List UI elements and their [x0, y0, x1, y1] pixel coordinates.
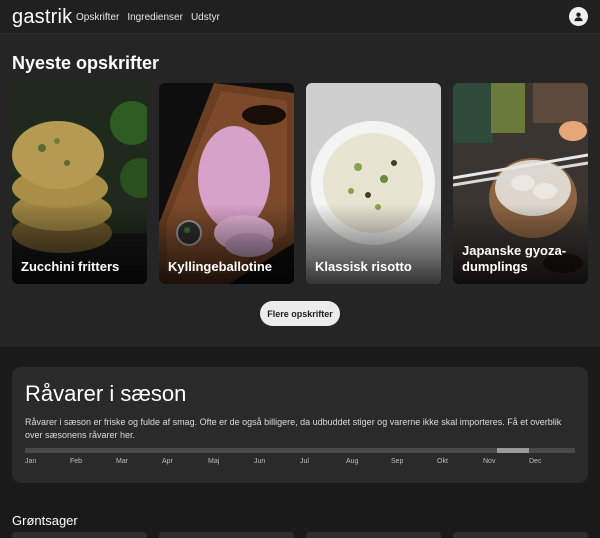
vegetable-card[interactable] [159, 532, 294, 538]
recipe-title: Kyllingeballotine [168, 259, 273, 274]
recipe-title: Zucchini fritters [21, 259, 120, 274]
month-label[interactable]: Apr [162, 458, 173, 465]
vegetable-card[interactable] [12, 532, 147, 538]
recipe-title: Japanske gyoza-dumplings [462, 243, 567, 274]
top-navigation-bar: gastrik Opskrifter Ingredienser Udstyr [0, 0, 600, 34]
vegetable-card[interactable] [453, 532, 588, 538]
section-title-season: Råvarer i sæson [25, 381, 187, 406]
month-label[interactable]: Jul [300, 458, 309, 465]
recent-recipes-section: Nyeste opskrifter Zucchini fritters Kyll… [0, 34, 600, 347]
site-logo[interactable]: gastrik [12, 6, 72, 29]
section-title-recent: Nyeste opskrifter [12, 53, 160, 73]
seasonal-produce-panel: Råvarer i sæson Råvarer i sæson er frisk… [12, 367, 588, 483]
month-label[interactable]: Jan [25, 458, 36, 465]
vegetable-card-row [12, 532, 588, 538]
month-label[interactable]: Dec [529, 458, 541, 465]
nav-link-equipment[interactable]: Udstyr [191, 12, 220, 23]
vegetable-card[interactable] [306, 532, 441, 538]
user-icon[interactable] [569, 7, 588, 26]
month-label[interactable]: Maj [208, 458, 219, 465]
more-recipes-button[interactable]: Flere opskrifter [260, 301, 340, 326]
month-label[interactable]: Feb [70, 458, 82, 465]
month-label[interactable]: Okt [437, 458, 448, 465]
section-title-vegetables: Grøntsager [12, 513, 78, 528]
recipe-card[interactable]: Japanske gyoza-dumplings [453, 83, 588, 284]
recipe-card-list: Zucchini fritters Kyllingeballotine Klas… [12, 83, 588, 284]
month-label[interactable]: Mar [116, 458, 128, 465]
nav-link-ingredients[interactable]: Ingredienser [127, 12, 183, 23]
nav-link-recipes[interactable]: Opskrifter [76, 12, 119, 23]
month-label[interactable]: Aug [346, 458, 358, 465]
recipe-card[interactable]: Zucchini fritters [12, 83, 147, 284]
month-timeline[interactable] [25, 448, 575, 453]
main-nav: Opskrifter Ingredienser Udstyr [76, 12, 220, 23]
recipe-card[interactable]: Klassisk risotto [306, 83, 441, 284]
current-month-indicator [497, 448, 529, 453]
month-labels: Jan Feb Mar Apr Maj Jun Jul Aug Sep Okt … [25, 458, 575, 470]
month-label[interactable]: Jun [254, 458, 265, 465]
season-description: Råvarer i sæson er friske og fulde af sm… [25, 417, 562, 440]
recipe-title: Klassisk risotto [315, 259, 412, 274]
month-label[interactable]: Nov [483, 458, 495, 465]
month-label[interactable]: Sep [391, 458, 403, 465]
recipe-card[interactable]: Kyllingeballotine [159, 83, 294, 284]
